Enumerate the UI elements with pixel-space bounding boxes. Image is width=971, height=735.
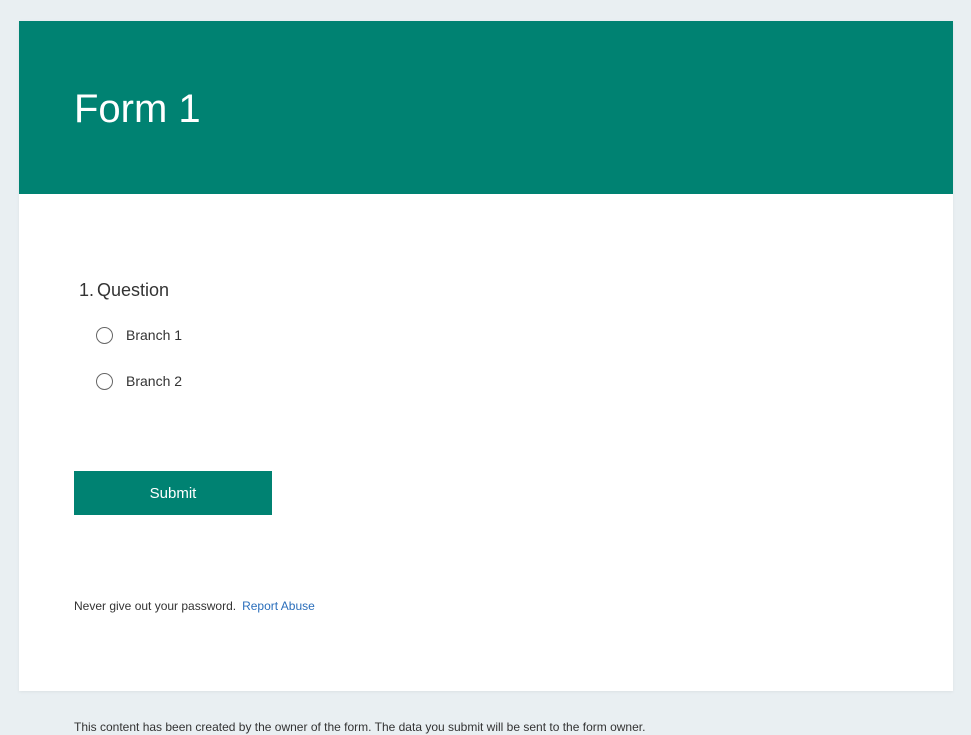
- option-label-branch-1: Branch 1: [126, 327, 183, 343]
- option-branch-2[interactable]: Branch 2: [96, 370, 182, 392]
- report-abuse-link[interactable]: Report Abuse: [242, 599, 315, 613]
- radio-button-branch-2[interactable]: [96, 372, 113, 390]
- option-label-branch-2: Branch 2: [126, 373, 183, 389]
- form-header: Form 1: [19, 21, 953, 194]
- owner-disclaimer: This content has been created by the own…: [74, 720, 646, 734]
- form-title: Form 1: [74, 87, 201, 131]
- option-branch-1[interactable]: Branch 1: [96, 324, 182, 346]
- radio-button-branch-1[interactable]: [96, 326, 113, 344]
- submit-button[interactable]: Submit: [74, 471, 272, 515]
- form-card: Form 1 1. Question Branch 1 Branch 2 Subm…: [19, 21, 953, 691]
- question-number: 1.: [79, 280, 95, 300]
- question-text: Question: [97, 280, 170, 300]
- security-note: Never give out your password. Report Abus…: [74, 598, 315, 614]
- question-title: 1. Question: [79, 279, 169, 301]
- password-warning: Never give out your password.: [74, 599, 237, 613]
